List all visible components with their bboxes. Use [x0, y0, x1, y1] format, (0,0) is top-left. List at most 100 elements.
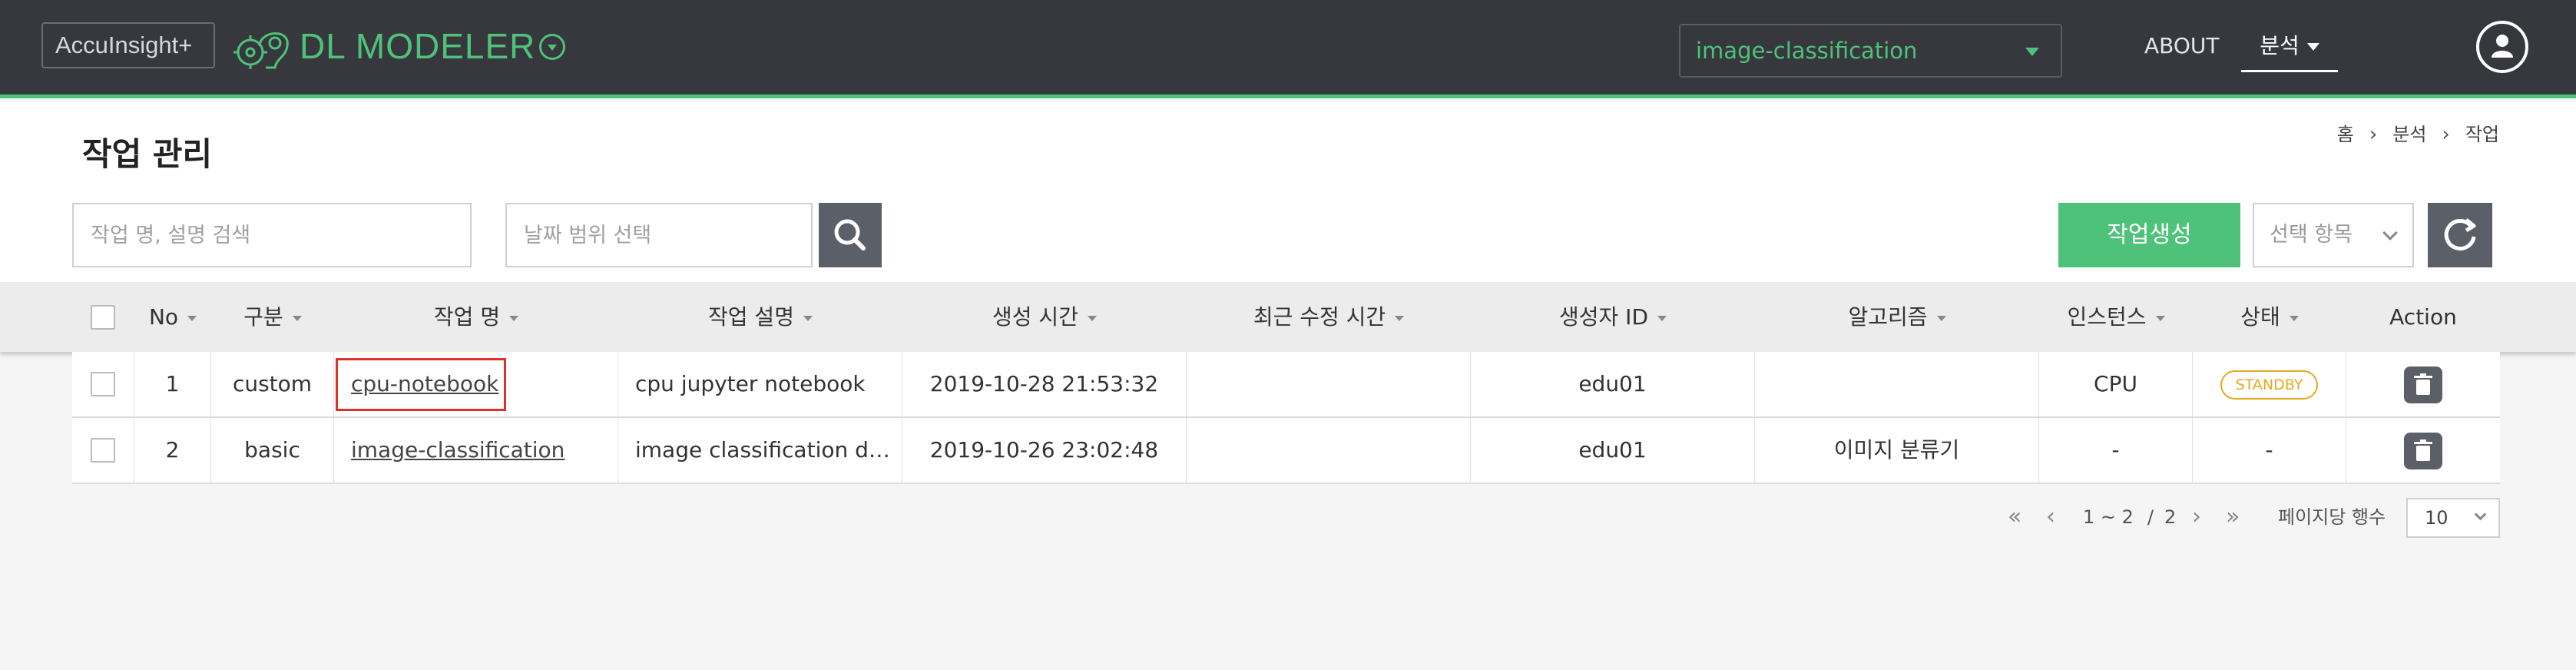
top-navbar: AccuInsight+ DL MODELER image-classifica…	[0, 0, 2576, 98]
refresh-icon	[2444, 218, 2476, 250]
chevron-right-icon: ›	[2369, 123, 2378, 146]
cell-modified	[1187, 352, 1471, 416]
page-separator: /	[2147, 506, 2154, 528]
chevron-down-icon	[2382, 225, 2398, 240]
breadcrumb-analysis[interactable]: 분석	[2392, 121, 2426, 148]
column-label: 상태	[2240, 304, 2280, 330]
column-header-status[interactable]: 상태	[2193, 282, 2346, 352]
brand-logo-accuinsight[interactable]: AccuInsight+	[41, 22, 215, 68]
dl-modeler-logo-icon	[233, 32, 289, 69]
column-label: 알고리즘	[1848, 304, 1928, 330]
trash-icon	[2414, 373, 2432, 395]
user-avatar-button[interactable]	[2476, 21, 2528, 73]
select-all-checkbox[interactable]	[91, 305, 115, 330]
row-checkbox[interactable]	[91, 372, 115, 396]
sort-caret-icon	[1087, 315, 1097, 321]
first-page-icon[interactable]: «	[2008, 498, 2021, 536]
column-label: 생성자 ID	[1559, 304, 1648, 330]
page-range: 1 ~ 2	[2083, 506, 2134, 528]
cell-status: STANDBY	[2193, 352, 2346, 416]
column-label: 작업 설명	[708, 304, 794, 330]
chevron-right-icon: ›	[2442, 123, 2450, 146]
delete-button[interactable]	[2404, 433, 2442, 469]
chevron-down-icon	[2474, 508, 2487, 521]
job-name-link[interactable]: image-classification	[351, 437, 565, 463]
cell-creator: edu01	[1471, 352, 1755, 416]
breadcrumb-current: 작업	[2465, 124, 2499, 145]
cell-instance: CPU	[2039, 352, 2193, 416]
page-total: 2	[2164, 506, 2177, 528]
delete-button[interactable]	[2404, 367, 2442, 403]
selection-highlight-box	[336, 358, 506, 411]
page-title: 작업 관리	[82, 135, 213, 173]
prev-page-icon[interactable]: ‹	[2046, 498, 2055, 536]
column-header-created[interactable]: 생성 시간	[902, 282, 1187, 352]
column-header-creator[interactable]: 생성자 ID	[1471, 282, 1755, 352]
column-header-modified[interactable]: 최근 수정 시간	[1187, 282, 1471, 352]
project-select-value: image-classification	[1696, 38, 1918, 64]
sort-caret-icon	[1657, 315, 1667, 321]
cell-description: cpu jupyter notebook	[618, 352, 902, 416]
table-row: 2 basic image-classification image class…	[72, 418, 2500, 484]
rows-per-page-label: 페이지당 행수	[2278, 506, 2386, 528]
cell-action	[2346, 352, 2500, 416]
cell-no: 1	[134, 352, 211, 416]
table-header: No 구분 작업 명 작업 설명 생성 시간 최근 수정 시간 생성자 ID 알…	[0, 282, 2576, 352]
table-row: 1 custom cpu-notebook cpu jupyter notebo…	[72, 352, 2500, 418]
row-select-cell	[72, 418, 134, 483]
column-label: 작업 명	[433, 304, 501, 330]
sort-caret-icon	[509, 315, 519, 321]
column-header-action: Action	[2389, 304, 2457, 330]
column-header-instance[interactable]: 인스턴스	[2039, 282, 2193, 352]
last-page-icon[interactable]: »	[2226, 498, 2240, 536]
select-items-dropdown[interactable]: 선택 항목	[2253, 203, 2414, 267]
sort-caret-icon	[2155, 315, 2165, 321]
next-page-icon[interactable]: ›	[2192, 498, 2201, 536]
column-header-description[interactable]: 작업 설명	[618, 282, 902, 352]
product-title: DL MODELER	[300, 26, 536, 66]
sort-caret-icon	[292, 315, 302, 321]
row-select-cell	[72, 352, 134, 416]
project-select[interactable]: image-classification	[1679, 24, 2062, 78]
sort-caret-icon	[803, 315, 813, 321]
nav-analysis-label: 분석	[2260, 33, 2300, 58]
nav-about[interactable]: ABOUT	[2144, 31, 2220, 61]
column-header-no[interactable]: No	[134, 282, 211, 352]
cell-action	[2346, 418, 2500, 483]
refresh-button[interactable]	[2428, 203, 2492, 267]
search-input[interactable]	[72, 203, 472, 267]
cell-created: 2019-10-26 23:02:48	[902, 418, 1187, 483]
cell-instance: -	[2039, 418, 2193, 483]
create-job-button[interactable]: 작업생성	[2058, 203, 2240, 267]
cell-algorithm	[1755, 352, 2039, 416]
select-items-label: 선택 항목	[2270, 223, 2353, 247]
trash-icon	[2414, 439, 2432, 461]
cell-created: 2019-10-28 21:53:32	[902, 352, 1187, 416]
sort-caret-icon	[187, 315, 197, 321]
rows-per-page-select[interactable]: 10	[2406, 498, 2500, 538]
cell-creator: edu01	[1471, 418, 1755, 483]
column-label: 최근 수정 시간	[1253, 304, 1386, 330]
column-header-type[interactable]: 구분	[211, 282, 334, 352]
chevron-down-icon[interactable]	[539, 34, 565, 60]
column-label: 생성 시간	[992, 304, 1078, 330]
column-label: 인스턴스	[2067, 304, 2147, 330]
date-range-input[interactable]	[505, 203, 813, 267]
column-header-name[interactable]: 작업 명	[334, 282, 618, 352]
breadcrumb-home[interactable]: 홈	[2337, 121, 2354, 148]
column-header-algorithm[interactable]: 알고리즘	[1755, 282, 2039, 352]
cell-status: -	[2193, 418, 2346, 483]
nav-analysis[interactable]: 분석	[2241, 20, 2338, 72]
cell-no: 2	[134, 418, 211, 483]
cell-description: image classification de···	[618, 418, 902, 483]
sort-caret-icon	[1395, 315, 1405, 321]
row-checkbox[interactable]	[91, 438, 115, 463]
column-label: No	[148, 304, 179, 330]
rows-per-page-value: 10	[2425, 507, 2449, 529]
column-label: 구분	[243, 304, 283, 330]
cell-modified	[1187, 418, 1471, 483]
breadcrumb: 홈 › 분석 › 작업	[2337, 121, 2499, 148]
search-button[interactable]	[819, 203, 882, 267]
status-badge: STANDBY	[2220, 370, 2319, 400]
sort-caret-icon	[2289, 315, 2299, 321]
